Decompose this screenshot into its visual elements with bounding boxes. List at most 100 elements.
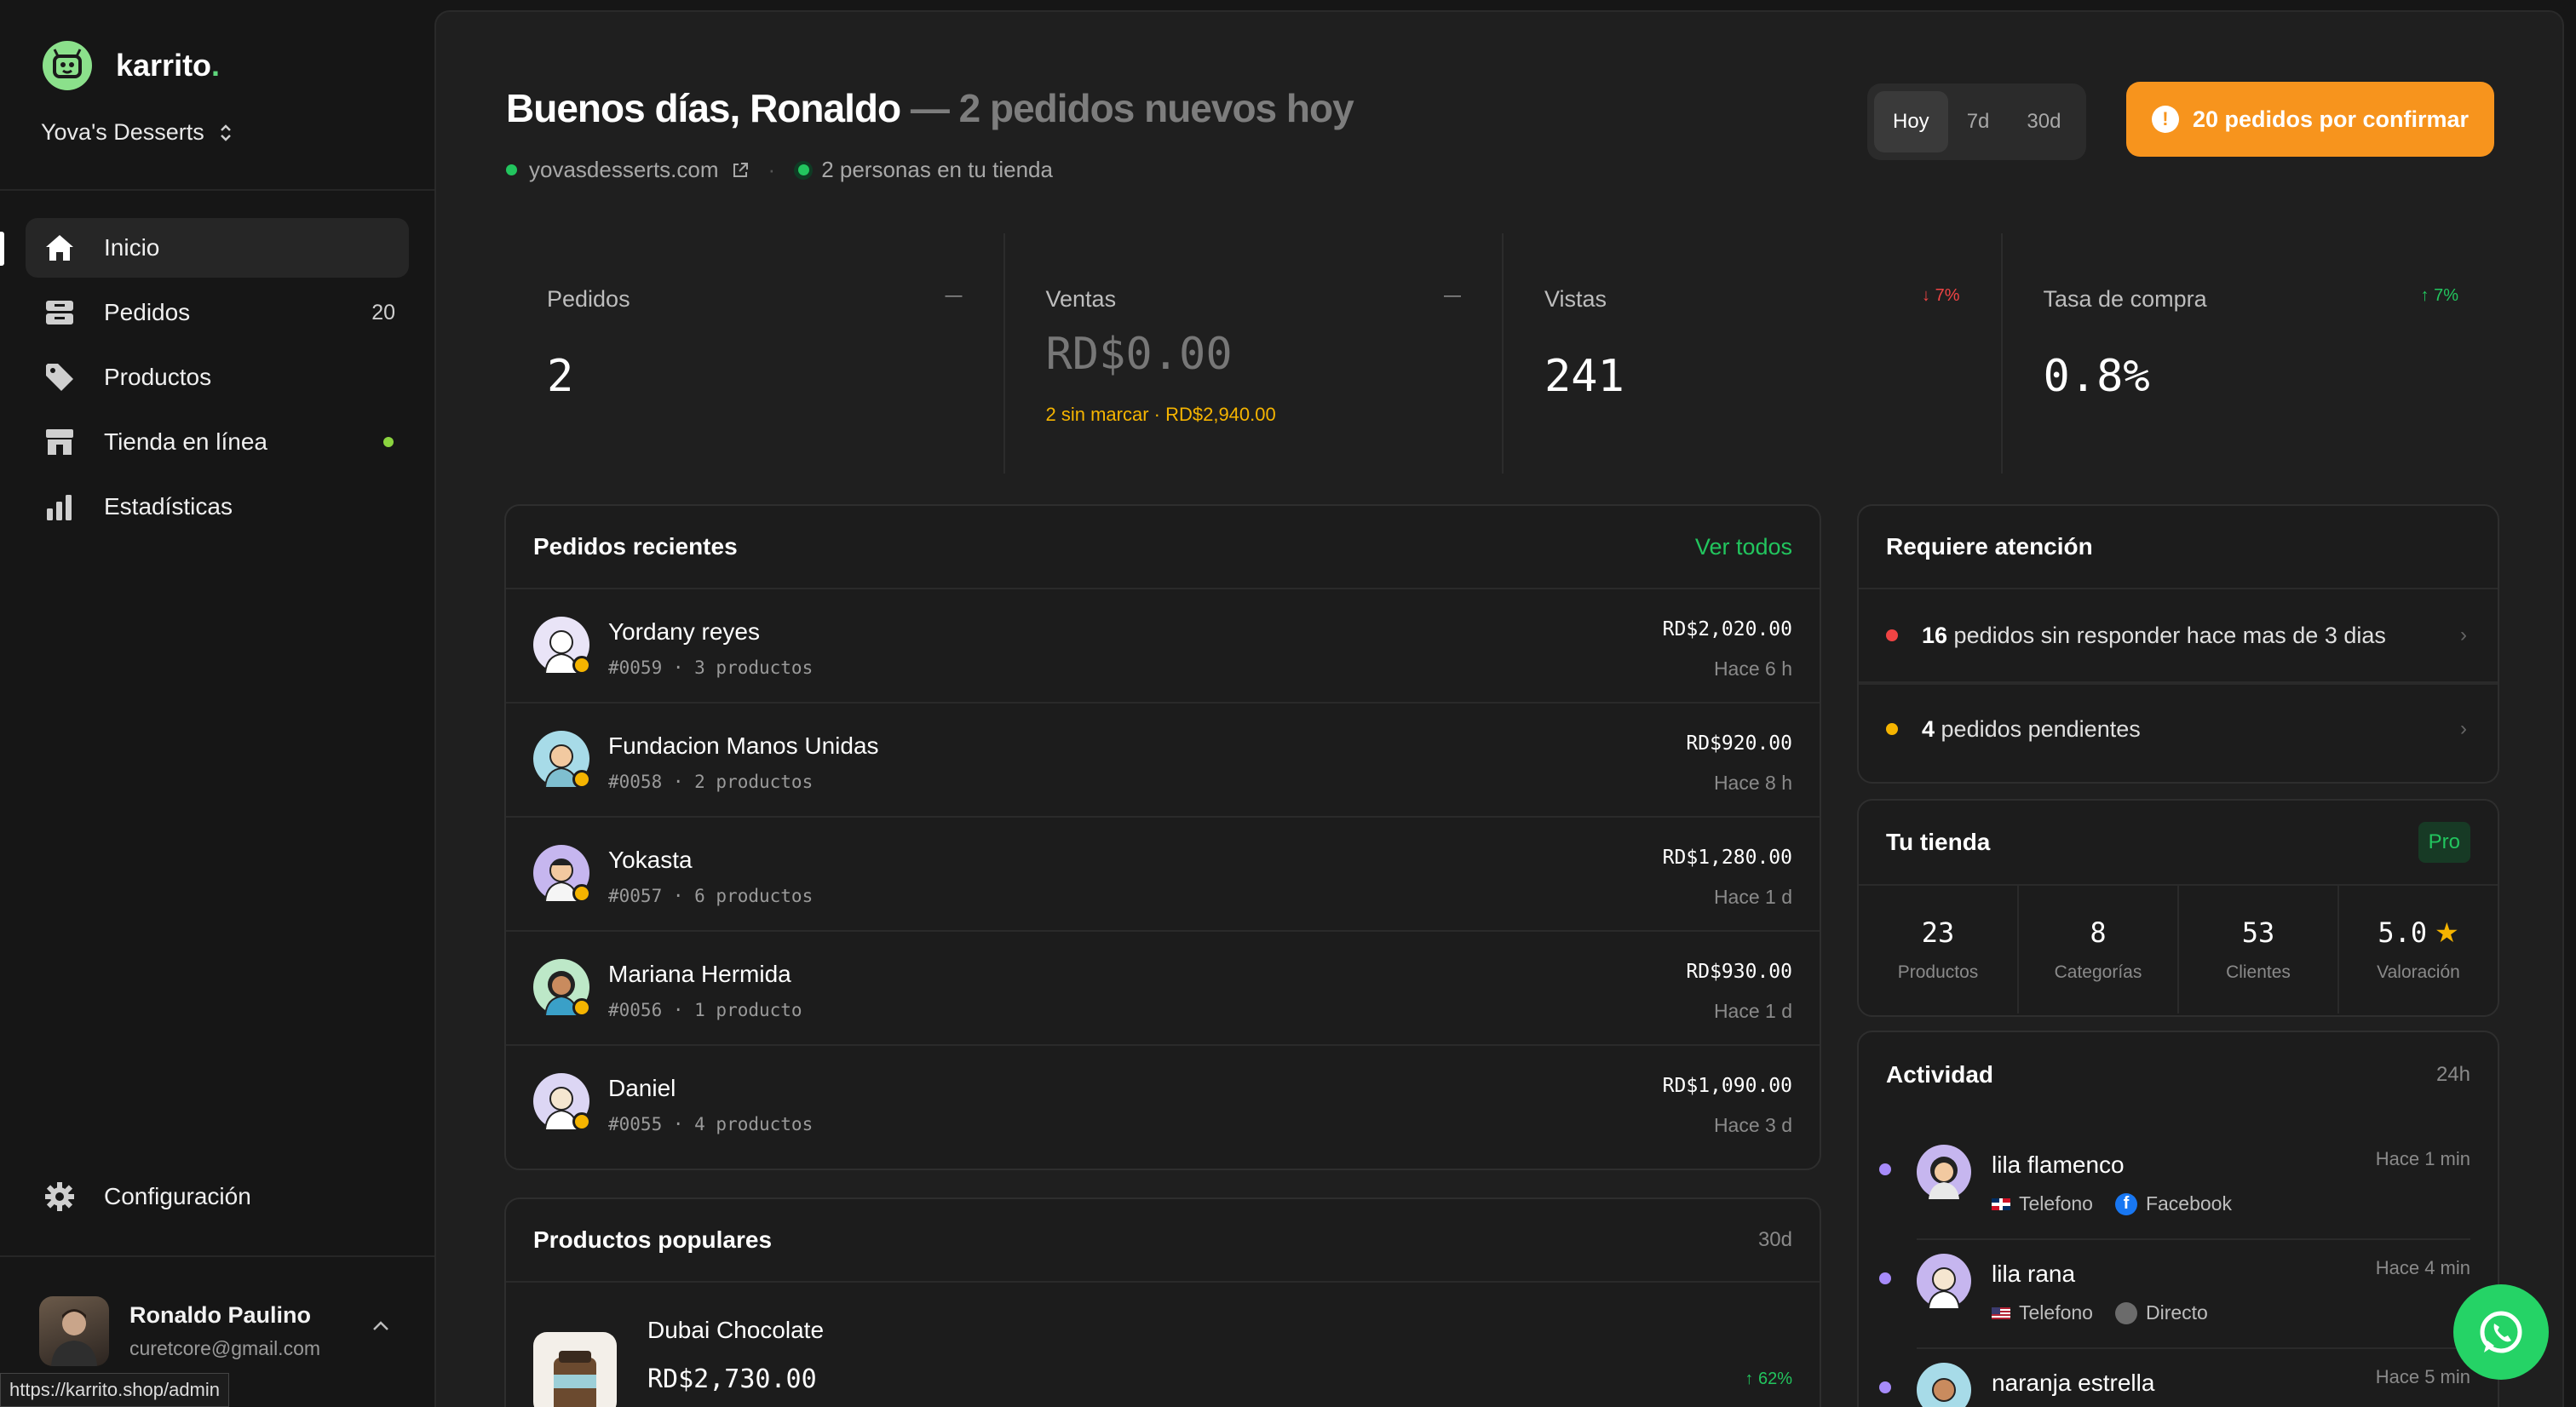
view-all-link[interactable]: Ver todos bbox=[1695, 534, 1792, 560]
settings-label: Configuración bbox=[104, 1183, 251, 1209]
product-trend-up: ↑ 62% bbox=[1745, 1370, 1792, 1388]
visitor-device: Telefono bbox=[2019, 1301, 2093, 1324]
store-stat-label: Categorías bbox=[2054, 962, 2142, 982]
unmarked-sales-note: 2 sin marcar · RD$2,940.00 bbox=[1045, 404, 1276, 425]
sidebar-item-inicio[interactable]: Inicio bbox=[26, 218, 409, 278]
activity-item[interactable]: lila rana Telefono Directo Hace 4 min bbox=[1879, 1240, 2470, 1349]
store-stat-categorias: 8 Categorías bbox=[2019, 886, 2179, 1014]
product-thumbnail bbox=[533, 1332, 617, 1407]
attention-item[interactable]: 16 pedidos sin responder hace mas de 3 d… bbox=[1859, 589, 2498, 681]
sidebar-item-label: Estadísticas bbox=[104, 493, 233, 520]
store-meta: yovasdesserts.com · 2 personas en tu tie… bbox=[506, 157, 1053, 183]
sidebar-item-estadisticas[interactable]: Estadísticas bbox=[26, 477, 409, 537]
chevron-up-icon[interactable] bbox=[371, 1320, 390, 1332]
order-time: Hace 3 d bbox=[1713, 1114, 1792, 1136]
store-stat-productos: 23 Productos bbox=[1859, 886, 2019, 1014]
stat-value: 2 bbox=[547, 351, 574, 402]
visitor-avatar bbox=[1917, 1254, 1971, 1309]
site-link[interactable]: yovasdesserts.com bbox=[529, 157, 719, 183]
sidebar-item-productos[interactable]: Productos bbox=[26, 347, 409, 407]
sidebar-item-pedidos[interactable]: Pedidos 20 bbox=[26, 283, 409, 342]
stat-trend: — bbox=[1444, 286, 1461, 305]
store-stat-valoracion: 5.0 ★ Valoración bbox=[2339, 886, 2498, 1014]
order-time: Hace 1 d bbox=[1713, 1000, 1792, 1022]
sidebar-divider bbox=[0, 189, 434, 191]
stat-trend-down: ↓ 7% bbox=[1922, 286, 1960, 305]
customer-name: Fundacion Manos Unidas bbox=[608, 732, 879, 759]
order-row[interactable]: Yokasta #0057 · 6 productos RD$1,280.00 … bbox=[506, 818, 1820, 932]
pending-status-dot bbox=[572, 770, 591, 789]
tag-icon bbox=[43, 360, 77, 394]
date-range-toggle: Hoy 7d 30d bbox=[1867, 83, 2087, 160]
product-price: RD$2,730.00 bbox=[647, 1364, 817, 1394]
live-visitors-icon bbox=[794, 160, 814, 180]
stat-tasa-compra: Tasa de compra ↑ 7% 0.8% bbox=[2003, 233, 2500, 474]
direct-source-icon bbox=[2114, 1301, 2137, 1324]
url-status-tooltip: https://karrito.shop/admin bbox=[0, 1373, 230, 1407]
order-meta: #0056 · 1 producto bbox=[608, 1000, 802, 1020]
plan-badge: Pro bbox=[2418, 822, 2470, 863]
confirm-orders-label: 20 pedidos por confirmar bbox=[2192, 106, 2470, 132]
range-30d[interactable]: 30d bbox=[2008, 91, 2079, 152]
product-name: Dubai Chocolate bbox=[647, 1317, 825, 1343]
sidebar-item-configuracion[interactable]: Configuración bbox=[43, 1180, 251, 1214]
customer-name: Yokasta bbox=[608, 847, 693, 873]
external-link-icon[interactable] bbox=[731, 161, 750, 180]
stats-row: Pedidos — 2 Ventas — RD$0.00 2 sin marca… bbox=[506, 233, 2499, 474]
visitor-avatar bbox=[1917, 1145, 1971, 1199]
store-stat-clientes: 53 Clientes bbox=[2179, 886, 2339, 1014]
activity-time: Hace 4 min bbox=[2375, 1257, 2470, 1278]
whatsapp-button[interactable] bbox=[2453, 1284, 2549, 1380]
stat-value: 0.8% bbox=[2043, 351, 2150, 402]
order-meta: #0057 · 6 productos bbox=[608, 886, 814, 906]
range-7d[interactable]: 7d bbox=[1948, 91, 2009, 152]
stat-label: Pedidos bbox=[547, 286, 630, 312]
main-panel: Buenos días, Ronaldo — 2 pedidos nuevos … bbox=[434, 10, 2564, 1407]
attention-item[interactable]: 4 pedidos pendientes › bbox=[1859, 681, 2498, 773]
store-card: Tu tienda Pro 23 Productos 8 Categorías … bbox=[1857, 799, 2499, 1017]
order-row[interactable]: Fundacion Manos Unidas #0058 · 2 product… bbox=[506, 704, 1820, 818]
chevron-right-icon: › bbox=[2460, 623, 2467, 646]
stat-label: Vistas bbox=[1544, 286, 1607, 312]
attention-text: pedidos sin responder hace mas de 3 dias bbox=[1947, 622, 2386, 648]
order-row[interactable]: Mariana Hermida #0056 · 1 producto RD$93… bbox=[506, 932, 1820, 1046]
inbox-icon bbox=[43, 296, 77, 330]
active-indicator bbox=[0, 232, 4, 266]
bar-chart-icon bbox=[43, 490, 77, 524]
brand-logo[interactable]: karrito. bbox=[43, 41, 220, 90]
product-row[interactable]: Dubai Chocolate RD$2,730.00 ↑ 62% bbox=[506, 1283, 1820, 1407]
flag-dominican-republic-icon bbox=[1992, 1197, 2010, 1210]
order-time: Hace 8 h bbox=[1713, 772, 1792, 794]
activity-item[interactable]: naranja estrella Hace 5 min bbox=[1879, 1349, 2470, 1407]
visitor-name: lila flamenco bbox=[1992, 1151, 2125, 1178]
activity-dot bbox=[1879, 1381, 1891, 1393]
card-title: Tu tienda bbox=[1886, 829, 1991, 855]
customer-name: Yordany reyes bbox=[608, 618, 760, 645]
stat-trend-up: ↑ 7% bbox=[2420, 286, 2458, 305]
stat-ventas: Ventas — RD$0.00 2 sin marcar · RD$2,940… bbox=[1005, 233, 1504, 474]
range-today[interactable]: Hoy bbox=[1874, 91, 1948, 152]
site-status-dot bbox=[506, 164, 517, 175]
visitor-name: naranja estrella bbox=[1992, 1370, 2155, 1396]
sidebar: karrito. Yova's Desserts Inicio Pedidos … bbox=[0, 0, 434, 1407]
order-row[interactable]: Yordany reyes #0059 · 3 productos RD$2,0… bbox=[506, 589, 1820, 704]
order-amount: RD$920.00 bbox=[1686, 732, 1792, 755]
sidebar-item-label: Tienda en línea bbox=[104, 428, 267, 455]
recent-orders-card: Pedidos recientes Ver todos Yordany reye… bbox=[504, 504, 1821, 1170]
stat-vistas: Vistas ↓ 7% 241 bbox=[1504, 233, 2003, 474]
range-label: 30d bbox=[1757, 1228, 1792, 1251]
user-menu[interactable]: Ronaldo Paulino curetcore@gmail.com bbox=[39, 1296, 320, 1366]
pending-status-dot bbox=[572, 884, 591, 903]
attention-card: Requiere atención 16 pedidos sin respond… bbox=[1857, 504, 2499, 784]
attention-count: 16 bbox=[1922, 622, 1948, 648]
live-visitors: 2 personas en tu tienda bbox=[821, 157, 1053, 182]
sidebar-item-tienda[interactable]: Tienda en línea bbox=[26, 412, 409, 472]
visitor-device: Telefono bbox=[2019, 1192, 2093, 1215]
home-icon bbox=[43, 231, 77, 265]
order-row[interactable]: Daniel #0055 · 4 productos RD$1,090.00 H… bbox=[506, 1046, 1820, 1160]
activity-item[interactable]: lila flamenco Telefono f Facebook Hace 1… bbox=[1879, 1131, 2470, 1240]
store-switcher[interactable]: Yova's Desserts bbox=[41, 119, 233, 146]
range-label: 24h bbox=[2435, 1063, 2470, 1086]
chevron-right-icon: › bbox=[2460, 717, 2467, 740]
confirm-orders-button[interactable]: ! 20 pedidos por confirmar bbox=[2126, 82, 2494, 157]
